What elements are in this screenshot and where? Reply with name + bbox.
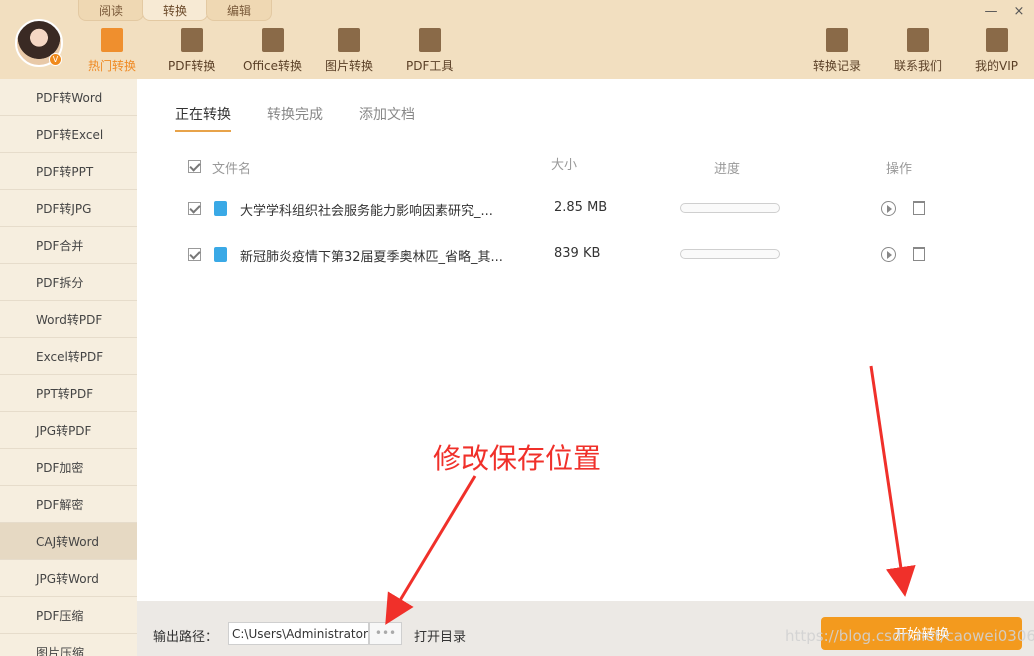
star-doc-icon [101, 28, 123, 52]
nav-label: PDF工具 [406, 59, 454, 73]
nav-pdf-convert[interactable]: PDF转换 [168, 28, 215, 74]
main-panel: 正在转换 转换完成 添加文档 文件名 大小 进度 操作 大学学科组织社会服务能力… [137, 79, 1034, 601]
sidebar-item-pdf-to-excel[interactable]: PDF转Excel [0, 116, 137, 153]
nav-label: 图片转换 [325, 59, 374, 73]
header-filename: 文件名 [212, 162, 252, 177]
sidebar-item-jpg-to-word[interactable]: JPG转Word [0, 560, 137, 597]
play-icon[interactable] [881, 201, 896, 216]
nav-label: PDF转换 [168, 59, 216, 73]
minimize-button[interactable]: — [984, 4, 998, 19]
table-row[interactable]: 新冠肺炎疫情下第32届夏季奥林匹_省略_其... 839 KB [137, 240, 1034, 268]
tab-add-document[interactable]: 添加文档 [359, 104, 415, 132]
close-button[interactable]: × [1012, 4, 1026, 19]
nav-label: 热门转换 [88, 59, 137, 73]
sidebar-item-pdf-compress[interactable]: PDF压缩 [0, 597, 137, 634]
window-controls: — × [984, 4, 1026, 19]
file-icon [214, 201, 227, 216]
sidebar-item-image-compress[interactable]: 图片压缩 [0, 634, 137, 656]
file-name: 新冠肺炎疫情下第32届夏季奥林匹_省略_其... [240, 250, 503, 265]
header-action: 操作 [886, 162, 913, 177]
sidebar-item-ppt-to-pdf[interactable]: PPT转PDF [0, 375, 137, 412]
vip-badge: V [49, 53, 62, 66]
sidebar-item-caj-to-word[interactable]: CAJ转Word [0, 523, 137, 560]
tab-converting[interactable]: 正在转换 [175, 104, 231, 132]
file-size: 2.85 MB [554, 200, 608, 215]
sidebar-item-pdf-split[interactable]: PDF拆分 [0, 264, 137, 301]
nav-office-convert[interactable]: Office转换 [243, 28, 302, 74]
bottom-bar: 输出路径： ••• 打开目录 开始转换 https://blog.csdn.ne… [137, 601, 1034, 656]
nav-history[interactable]: 转换记录 [813, 28, 861, 74]
mode-tabs: 阅读 转换 编辑 [78, 0, 272, 21]
sidebar-item-pdf-to-jpg[interactable]: PDF转JPG [0, 190, 137, 227]
nav-label: 转换记录 [813, 59, 862, 73]
crown-icon [985, 28, 1008, 52]
nav-label: 联系我们 [894, 59, 943, 73]
sidebar-item-excel-to-pdf[interactable]: Excel转PDF [0, 338, 137, 375]
sidebar-item-jpg-to-pdf[interactable]: JPG转PDF [0, 412, 137, 449]
nav-hot-convert[interactable]: 热门转换 [88, 28, 136, 74]
sidebar-item-pdf-encrypt[interactable]: PDF加密 [0, 449, 137, 486]
file-name: 大学学科组织社会服务能力影响因素研究_... [240, 204, 493, 219]
nav-label: 我的VIP [975, 59, 1018, 73]
history-icon [826, 28, 848, 52]
open-directory-link[interactable]: 打开目录 [414, 626, 466, 645]
nav-contact[interactable]: 联系我们 [894, 28, 942, 74]
tab-convert[interactable]: 转换 [142, 0, 208, 21]
browse-button[interactable]: ••• [369, 622, 402, 645]
tab-edit[interactable]: 编辑 [206, 0, 272, 21]
header-size: 大小 [551, 158, 578, 173]
table-row[interactable]: 大学学科组织社会服务能力影响因素研究_... 2.85 MB [137, 194, 1034, 222]
header-progress: 进度 [714, 162, 741, 177]
sidebar-item-word-to-pdf[interactable]: Word转PDF [0, 301, 137, 338]
progress-bar [680, 249, 780, 259]
file-icon [214, 247, 227, 262]
sidebar: PDF转Word PDF转Excel PDF转PPT PDF转JPG PDF合并… [0, 79, 137, 656]
tab-read[interactable]: 阅读 [78, 0, 144, 21]
progress-bar [680, 203, 780, 213]
pdf-icon [180, 28, 203, 52]
top-bar: 阅读 转换 编辑 — × V 热门转换 PDF转换 Office转换 图片转换 … [0, 0, 1034, 79]
trash-icon[interactable] [913, 201, 925, 215]
nav-label: Office转换 [243, 59, 303, 73]
output-path-input[interactable] [228, 622, 369, 645]
nav-image-convert[interactable]: 图片转换 [325, 28, 373, 74]
select-all-checkbox[interactable] [188, 160, 201, 173]
status-tabs: 正在转换 转换完成 添加文档 [175, 104, 451, 132]
sidebar-item-pdf-decrypt[interactable]: PDF解密 [0, 486, 137, 523]
play-icon[interactable] [881, 247, 896, 262]
nav-vip[interactable]: 我的VIP [975, 28, 1018, 74]
sidebar-item-pdf-to-ppt[interactable]: PDF转PPT [0, 153, 137, 190]
row-checkbox[interactable] [188, 248, 201, 261]
nav-pdf-tools[interactable]: PDF工具 [406, 28, 453, 74]
trash-icon[interactable] [913, 247, 925, 261]
file-size: 839 KB [554, 246, 601, 261]
office-doc-icon [261, 28, 284, 52]
output-path-label: 输出路径： [153, 630, 219, 645]
watermark: https://blog.csdn.net/caowei0306 [785, 627, 1034, 645]
sidebar-item-pdf-merge[interactable]: PDF合并 [0, 227, 137, 264]
headset-icon [907, 28, 929, 52]
annotation-text: 修改保存位置 [433, 442, 602, 475]
image-icon [338, 28, 360, 52]
row-checkbox[interactable] [188, 202, 201, 215]
toolbox-icon [418, 28, 441, 52]
sidebar-item-pdf-to-word[interactable]: PDF转Word [0, 79, 137, 116]
table-header: 文件名 大小 进度 操作 [137, 157, 1034, 177]
tab-completed[interactable]: 转换完成 [267, 104, 323, 132]
